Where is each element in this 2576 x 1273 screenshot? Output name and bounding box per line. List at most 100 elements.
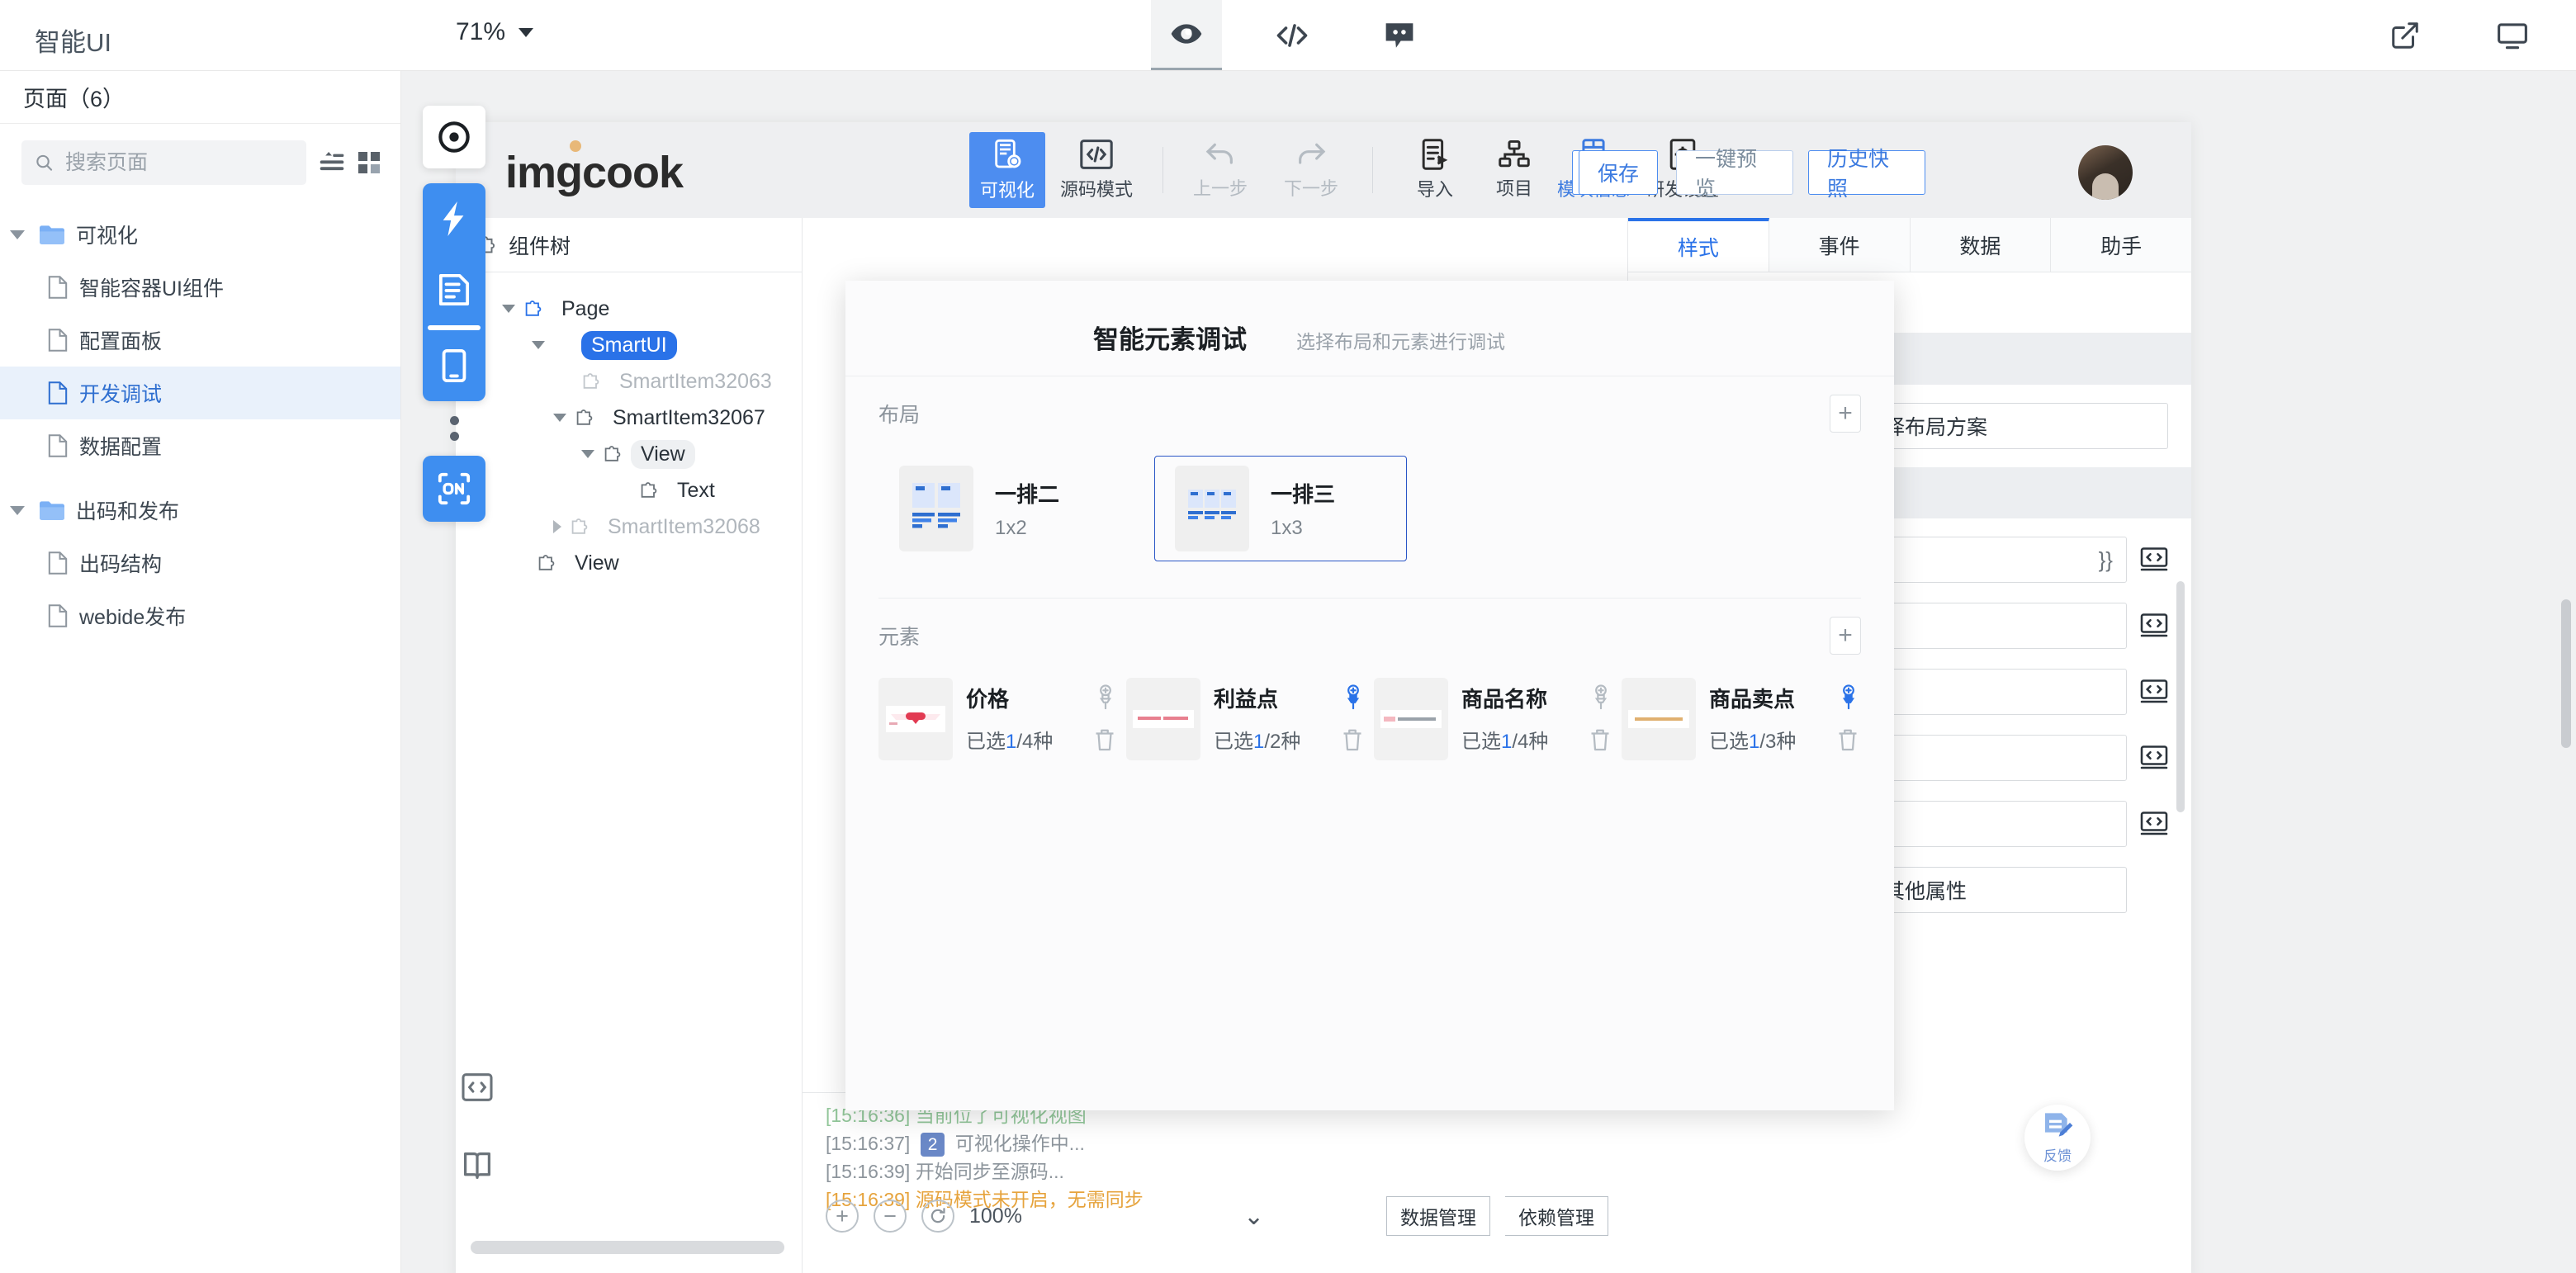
code-panel-icon[interactable] [462,1073,493,1101]
delete-icon[interactable] [1589,727,1613,752]
folder-icon [40,501,64,520]
dependency-management-button[interactable]: 依赖管理 [1505,1196,1608,1236]
tree-node-smartitem32067[interactable]: SmartItem32067 [456,400,802,436]
delete-icon[interactable] [1836,727,1861,752]
screen-icon[interactable] [2477,0,2548,70]
canvas-zoom-value: 100% [969,1204,1022,1228]
tree-node-label: SmartItem32063 [619,369,772,393]
redo-label: 下一步 [1283,178,1338,199]
data-management-button[interactable]: 数据管理 [1386,1196,1490,1236]
puzzle-icon [641,482,657,498]
pin-icon[interactable] [1589,684,1613,711]
element-card-selling-point[interactable]: 商品卖点 已选1/3种 [1622,678,1861,760]
code-icon[interactable] [2140,812,2168,836]
search-box[interactable] [21,140,306,185]
document-icon[interactable] [423,254,485,325]
tree-node-page[interactable]: Page [456,291,802,327]
history-snapshot-button[interactable]: 历史快照 [1808,148,1925,201]
sidebar-item-webide-publish[interactable]: webide发布 [0,589,400,642]
tree-node-text[interactable]: Text [456,472,802,509]
tab-style[interactable]: 样式 [1628,218,1769,272]
sidebar-item-data-config[interactable]: 数据配置 [0,419,400,472]
drag-handle-dots[interactable] [448,416,460,441]
avatar[interactable] [2078,145,2133,200]
reset-icon[interactable] [921,1200,954,1233]
save-button[interactable]: 保存 [1579,150,1658,195]
add-layout-button[interactable]: + [1830,395,1861,433]
delete-icon[interactable] [1341,727,1366,752]
redo-button[interactable]: 下一步 [1273,132,1349,208]
undo-button[interactable]: 上一步 [1182,132,1258,208]
sidebar-item-config-panel[interactable]: 配置面板 [0,314,400,367]
tab-source-mode[interactable]: 源码模式 [1058,132,1134,208]
tree-node-view-root[interactable]: View [456,545,802,581]
search-input[interactable] [64,150,293,175]
code-icon[interactable] [2140,679,2168,704]
delete-icon[interactable] [1093,727,1118,752]
code-icon[interactable] [2140,613,2168,638]
tab-events[interactable]: 事件 [1769,218,1911,272]
project-icon [1499,140,1530,168]
eye-icon[interactable] [1151,0,1222,70]
tree-node-smartitem32068[interactable]: SmartItem32068 [456,509,802,545]
code-icon[interactable] [2140,547,2168,572]
target-icon[interactable] [423,106,485,168]
puzzle-icon [604,446,621,461]
pin-icon[interactable] [1836,684,1861,711]
code-icon[interactable] [1257,0,1328,70]
sidebar-item-smart-container-ui[interactable]: 智能容器UI组件 [0,261,400,314]
mobile-icon[interactable] [423,330,485,401]
tab-visual-mode-label: 可视化 [979,180,1035,201]
zoom-in-icon[interactable]: + [826,1200,859,1233]
sidebar-item-label: 开发调试 [79,383,163,406]
tree-folder-codegen[interactable]: 出码和发布 [0,484,400,537]
log-line: [15:16:39] 开始同步至源码... [826,1157,1628,1185]
tree-horizontal-scrollbar[interactable] [471,1241,784,1254]
chevron-down-icon[interactable]: ⌄ [1243,1202,1264,1231]
stage-scrollbar[interactable] [2561,599,2571,748]
sidebar-item-codegen-structure[interactable]: 出码结构 [0,537,400,589]
history-snapshot-label: 历史快照 [1827,148,1890,201]
book-icon[interactable] [462,1151,492,1181]
properties-scrollbar[interactable] [2176,581,2185,812]
feedback-button[interactable]: 反馈 [2024,1105,2091,1171]
tab-data[interactable]: 数据 [1910,218,2052,272]
chevron-down-icon [532,341,545,349]
layout-card-1x2[interactable]: 一排二 1x2 [878,456,1131,561]
grid-view-icon[interactable] [358,152,381,173]
modal-title: 智能元素调试 [1093,325,1247,354]
element-count-pre: 已选 [1214,731,1253,753]
imgcook-app: imgcook 可视化 源码模式 上一步 下一步 导入 项目 保存 一键预览 历… [456,122,2191,1273]
code-icon[interactable] [2140,745,2168,770]
tree-node-smartui[interactable]: SmartUI [456,327,802,363]
element-card-price[interactable]: 价格 已选1/4种 [878,678,1118,760]
import-button[interactable]: 导入 [1397,132,1473,208]
element-count-post: /2种 [1264,731,1301,753]
on-switch-icon[interactable] [423,456,485,522]
share-icon[interactable] [2370,0,2441,70]
element-card-benefit[interactable]: 利益点 已选1/2种 [1126,678,1366,760]
element-card-title[interactable]: 商品名称 已选1/4种 [1374,678,1613,760]
pin-icon[interactable] [1093,684,1118,711]
tree-node-view[interactable]: View [456,436,802,472]
pin-icon[interactable] [1341,684,1366,711]
chevron-down-icon [10,505,25,515]
comment-icon[interactable] [1364,0,1435,70]
layout-card-1x3[interactable]: 一排三 1x3 [1154,456,1407,561]
preview-button[interactable]: 一键预览 [1676,148,1793,201]
visual-mode-icon [995,139,1021,168]
add-element-button[interactable]: + [1830,617,1861,655]
tree-node-smartitem32063[interactable]: SmartItem32063 [456,363,802,400]
sidebar-item-dev-debug[interactable]: 开发调试 [0,367,400,419]
zoom-control[interactable]: 71% [456,18,534,46]
element-count-post: /4种 [1512,731,1549,753]
chevron-down-icon [553,414,566,422]
lightning-icon[interactable] [423,183,485,254]
tab-visual-mode[interactable]: 可视化 [969,132,1045,208]
project-label: 项目 [1495,178,1532,199]
tab-assistant[interactable]: 助手 [2051,218,2191,272]
zoom-out-icon[interactable]: − [874,1200,907,1233]
project-button[interactable]: 项目 [1476,132,1552,208]
list-view-icon[interactable] [320,152,344,173]
tree-folder-visualization[interactable]: 可视化 [0,208,400,261]
